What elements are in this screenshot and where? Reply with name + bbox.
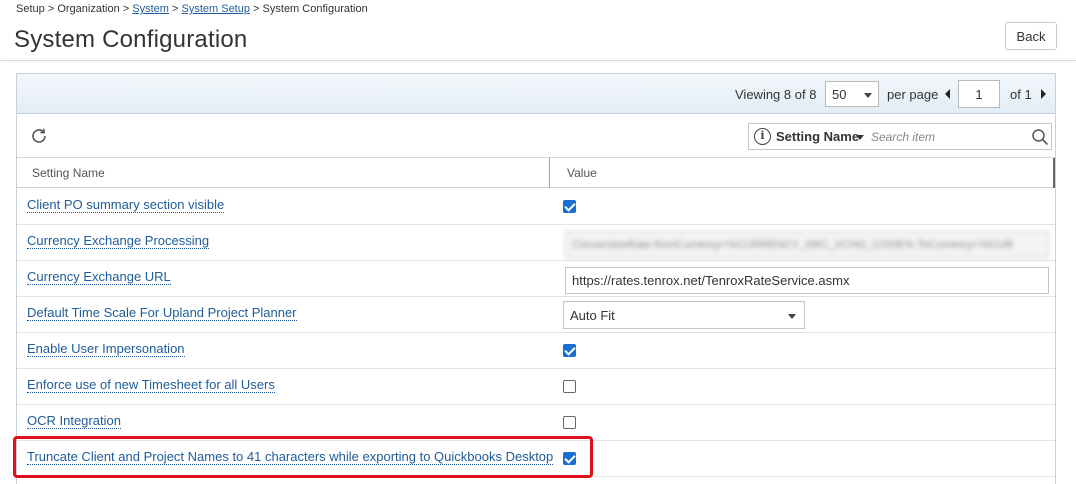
viewing-count: Viewing 8 of 8 [735,87,816,102]
search-field-select[interactable]: Setting Name [776,129,859,144]
chevron-down-icon [788,314,796,319]
table-row: Enable User Impersonation [17,333,1055,369]
breadcrumb-separator: > [47,3,55,15]
table-row: Enforce use of new Timesheet for all Use… [17,369,1055,405]
column-header-value[interactable]: Value [551,158,1055,188]
setting-name-link[interactable]: Client PO summary section visible [27,197,225,213]
setting-checkbox[interactable] [563,380,576,393]
setting-checkbox[interactable] [563,200,576,213]
breadcrumb-system-setup-link[interactable]: System Setup [182,3,250,15]
grid-toolbar: i Setting Name [17,114,1055,158]
setting-select-value: Auto Fit [570,308,615,323]
search-input[interactable] [871,127,1021,146]
breadcrumb-current: System Configuration [262,3,368,15]
per-page-label: per page [887,87,939,102]
breadcrumb: Setup > Organization > System > System S… [16,3,368,15]
setting-name-link[interactable]: Enforce use of new Timesheet for all Use… [27,377,275,393]
chevron-down-icon[interactable] [856,135,864,140]
next-page-icon[interactable] [1041,89,1046,99]
setting-name-link[interactable]: Currency Exchange Processing [27,233,210,249]
previous-page-icon[interactable] [945,89,950,99]
setting-name-link[interactable]: Truncate Client and Project Names to 41 … [27,449,554,465]
breadcrumb-separator: > [122,3,130,15]
setting-select[interactable]: Auto Fit [563,301,805,329]
table-row: Default Time Scale For Upland Project Pl… [17,297,1055,333]
breadcrumb-setup: Setup [16,3,45,15]
info-icon[interactable]: i [754,128,771,145]
table-row: OCR Integration [17,405,1055,441]
setting-checkbox[interactable] [563,344,576,357]
page-size-value: 50 [832,87,847,102]
viewing-shown: 8 [783,87,792,102]
setting-checkbox[interactable] [563,416,576,429]
setting-name-link[interactable]: Enable User Impersonation [27,341,185,357]
page-title: System Configuration [14,26,248,53]
viewing-total: 8 [809,87,817,102]
settings-grid: Viewing 8 of 8 50 per page of 1 i Settin… [16,73,1056,484]
setting-name-link[interactable]: OCR Integration [27,413,121,429]
setting-text-input[interactable]: https://rates.tenrox.net/TenroxRateServi… [565,267,1049,294]
table-row: Client PO summary section visible [17,189,1055,225]
table-row: Truncate Client and Project Names to 41 … [17,441,1055,477]
search-box: i Setting Name [748,123,1052,150]
setting-name-link[interactable]: Default Time Scale For Upland Project Pl… [27,305,297,321]
setting-name-link[interactable]: Currency Exchange URL [27,269,171,285]
breadcrumb-system-link[interactable]: System [132,3,169,15]
total-pages: of 1 [1010,87,1032,102]
refresh-icon[interactable] [29,126,49,146]
column-header-setting-name[interactable]: Setting Name [17,158,550,188]
search-icon[interactable] [1031,128,1049,146]
page-size-select[interactable]: 50 [825,81,879,107]
breadcrumb-organization: Organization [57,3,120,15]
table-row: Currency Exchange Processing ConversionR… [17,225,1055,261]
pager-bar: Viewing 8 of 8 50 per page of 1 [17,74,1055,114]
table-row: Currency Exchange URL https://rates.tenr… [17,261,1055,297]
setting-checkbox[interactable] [563,452,576,465]
column-header-row: Setting Name Value [17,158,1055,188]
chevron-down-icon [864,93,872,98]
page-number-input[interactable] [958,80,1000,108]
breadcrumb-separator: > [253,3,260,15]
viewing-prefix: Viewing [735,87,781,102]
viewing-of: of [794,87,806,102]
back-button[interactable]: Back [1005,22,1057,50]
setting-text-input[interactable]: ConversionRate.fromCurrency=%CURRENCY_SR… [565,231,1049,258]
breadcrumb-separator: > [172,3,179,15]
header-divider [0,60,1076,61]
